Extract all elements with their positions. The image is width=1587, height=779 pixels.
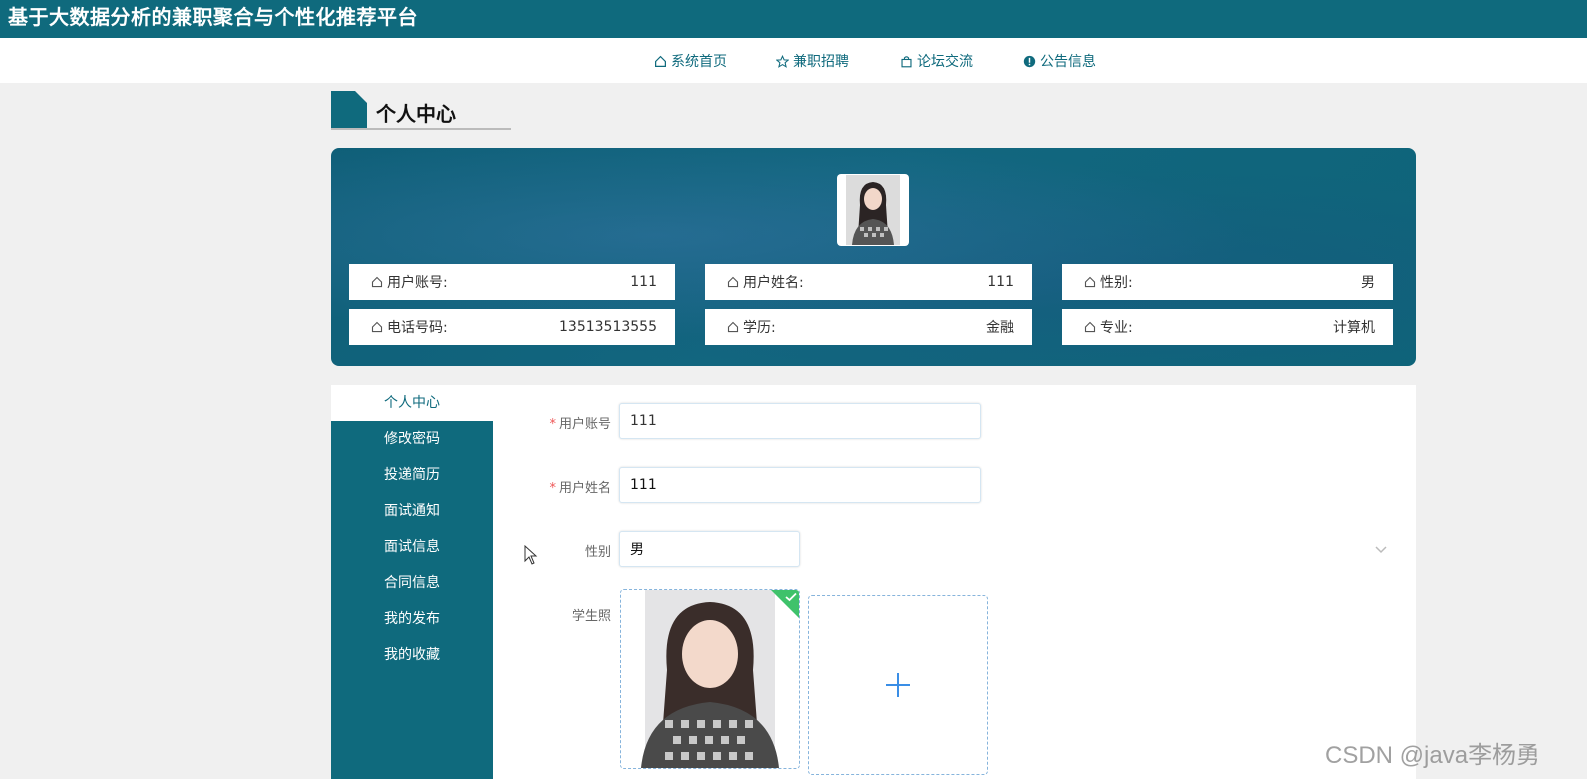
profile-major: 专业: 计算机 bbox=[1062, 309, 1393, 345]
sidebar-item-my-posts[interactable]: 我的发布 bbox=[331, 601, 493, 637]
home-icon bbox=[655, 55, 666, 67]
field-value: 13513513555 bbox=[559, 319, 657, 335]
home-icon bbox=[1084, 321, 1096, 333]
section-header: 个人中心 bbox=[331, 91, 511, 131]
section-underline bbox=[331, 128, 511, 130]
field-label: 学历: bbox=[743, 320, 776, 336]
site-title: 基于大数据分析的兼职聚合与个性化推荐平台 bbox=[8, 5, 418, 29]
sidebar-item-interview-notice[interactable]: 面试通知 bbox=[331, 493, 493, 529]
home-icon bbox=[371, 276, 383, 288]
chevron-down-icon[interactable] bbox=[1374, 545, 1388, 555]
sidebar-item-change-password[interactable]: 修改密码 bbox=[331, 421, 493, 457]
field-label: 用户账号: bbox=[387, 275, 448, 291]
account-label: * 用户账号 bbox=[549, 417, 611, 432]
gender-select[interactable]: 男 bbox=[619, 531, 800, 567]
info-icon bbox=[1023, 55, 1036, 67]
profile-name: 用户姓名: 111 bbox=[705, 264, 1032, 300]
name-input[interactable]: 111 bbox=[619, 467, 981, 503]
home-icon bbox=[371, 321, 383, 333]
main-nav: 系统首页 兼职招聘 论坛交流 公告信息 bbox=[0, 38, 1587, 83]
uploaded-photo[interactable] bbox=[620, 589, 800, 769]
profile-account: 用户账号: 111 bbox=[349, 264, 675, 300]
nav-item-label: 公告信息 bbox=[1040, 54, 1096, 70]
page-title: 个人中心 bbox=[376, 102, 456, 126]
field-value: 计算机 bbox=[1333, 320, 1375, 336]
profile-phone: 电话号码: 13513513555 bbox=[349, 309, 675, 345]
bag-icon bbox=[901, 55, 912, 67]
photo-label: 学生照 bbox=[571, 609, 611, 624]
star-icon bbox=[776, 54, 789, 68]
plus-icon bbox=[886, 673, 910, 697]
field-value: 金融 bbox=[986, 320, 1014, 336]
account-input[interactable]: 111 bbox=[619, 403, 981, 439]
field-value: 111 bbox=[630, 274, 657, 290]
top-bar: 基于大数据分析的兼职聚合与个性化推荐平台 bbox=[0, 0, 1587, 38]
field-label: 电话号码: bbox=[387, 320, 448, 336]
profile-education: 学历: 金融 bbox=[705, 309, 1032, 345]
field-label: 专业: bbox=[1100, 320, 1133, 336]
field-label: 用户姓名: bbox=[743, 275, 804, 291]
sidebar-menu: 个人中心 修改密码 投递简历 面试通知 面试信息 合同信息 我的发布 我的收藏 bbox=[331, 385, 493, 779]
home-icon bbox=[727, 276, 739, 288]
field-value: 男 bbox=[1361, 275, 1375, 291]
upload-button[interactable] bbox=[808, 595, 988, 775]
nav-item-jobs[interactable]: 兼职招聘 bbox=[776, 50, 849, 72]
avatar bbox=[837, 174, 909, 246]
profile-gender: 性别: 男 bbox=[1062, 264, 1393, 300]
sidebar-item-profile[interactable]: 个人中心 bbox=[331, 385, 493, 421]
section-marker bbox=[331, 91, 367, 128]
nav-item-label: 论坛交流 bbox=[917, 54, 973, 70]
nav-item-forum[interactable]: 论坛交流 bbox=[900, 50, 973, 72]
field-value: 111 bbox=[987, 274, 1014, 290]
nav-item-label: 兼职招聘 bbox=[793, 54, 849, 70]
mouse-cursor-icon bbox=[524, 545, 538, 565]
watermark: CSDN @java李杨勇 bbox=[1325, 742, 1541, 769]
nav-item-label: 系统首页 bbox=[671, 54, 727, 70]
avatar-photo-icon bbox=[846, 175, 900, 245]
profile-card: 用户账号: 111 用户姓名: 111 性别: 男 电话号码: 13513513… bbox=[331, 148, 1416, 366]
sidebar-item-resume[interactable]: 投递简历 bbox=[331, 457, 493, 493]
sidebar-item-interview-info[interactable]: 面试信息 bbox=[331, 529, 493, 565]
field-label: 性别: bbox=[1100, 275, 1133, 291]
nav-item-home[interactable]: 系统首页 bbox=[654, 50, 727, 72]
sidebar-item-contract[interactable]: 合同信息 bbox=[331, 565, 493, 601]
sidebar-item-favorites[interactable]: 我的收藏 bbox=[331, 637, 493, 673]
nav-item-notice[interactable]: 公告信息 bbox=[1023, 50, 1096, 72]
check-icon bbox=[785, 592, 797, 602]
home-icon bbox=[727, 321, 739, 333]
home-icon bbox=[1084, 276, 1096, 288]
name-label: * 用户姓名 bbox=[549, 481, 611, 496]
